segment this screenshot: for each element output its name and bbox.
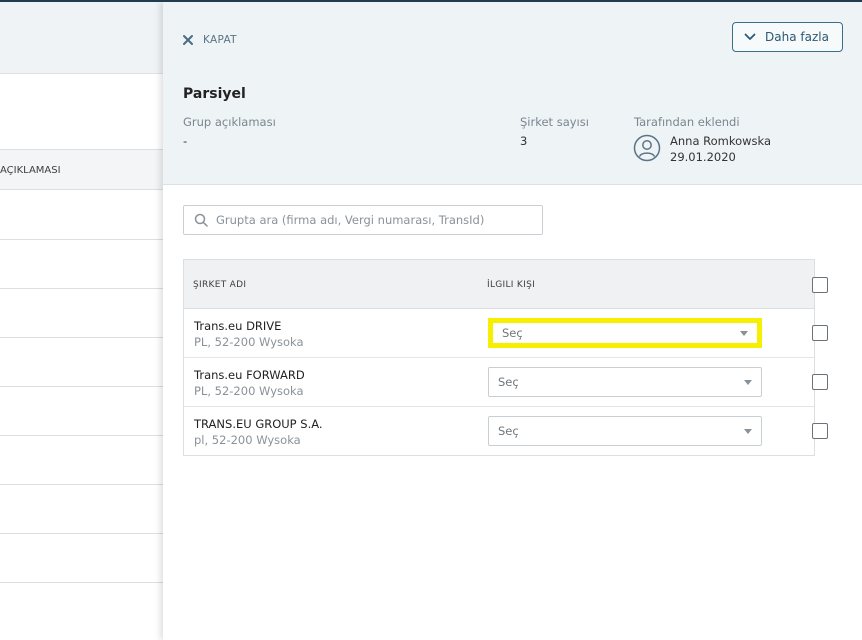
page: AÇIKLAMASI KAPAT Daha fazla Parsiyel Gru… <box>0 0 862 640</box>
group-title: Parsiyel <box>183 86 246 102</box>
table-row: Trans.eu DRIVE PL, 52-200 Wysoka Seç <box>184 309 828 358</box>
chevron-down-icon <box>744 33 756 40</box>
company-address: PL, 52-200 Wysoka <box>194 384 304 398</box>
panel-header: KAPAT Daha fazla Parsiyel Grup açıklamas… <box>163 2 862 185</box>
table-header: ŞIRKET ADI İLGILI KIŞI <box>184 260 828 309</box>
contact-select-highlight: Seç <box>488 318 762 348</box>
close-icon <box>183 35 193 45</box>
company-address: pl, 52-200 Wysoka <box>194 433 301 447</box>
company-count-label: Şirket sayısı <box>520 115 589 129</box>
company-name: TRANS.EU GROUP S.A. <box>194 417 323 431</box>
contact-select-value: Seç <box>502 326 523 340</box>
group-search <box>183 205 543 235</box>
added-by-label: Tarafından eklendi <box>634 115 740 129</box>
contact-select[interactable]: Seç <box>488 416 762 446</box>
close-label: KAPAT <box>203 34 237 46</box>
table-row: Trans.eu FORWARD PL, 52-200 Wysoka Seç <box>184 358 828 407</box>
column-header-contact-person: İLGILI KIŞI <box>487 280 536 290</box>
contact-select[interactable]: Seç <box>488 367 762 397</box>
company-name: Trans.eu DRIVE <box>194 319 282 333</box>
companies-table: ŞIRKET ADI İLGILI KIŞI Trans.eu DRIVE PL… <box>183 259 828 456</box>
row-checkbox[interactable] <box>812 423 828 439</box>
row-checkbox[interactable] <box>812 325 828 341</box>
contact-select-wrapper: Seç <box>488 416 762 446</box>
contact-select-value: Seç <box>498 424 519 438</box>
contact-select-wrapper: Seç <box>488 367 762 397</box>
search-icon <box>194 213 208 227</box>
search-input[interactable] <box>216 213 536 227</box>
user-circle-icon <box>633 134 661 162</box>
table-row: TRANS.EU GROUP S.A. pl, 52-200 Wysoka Se… <box>184 407 828 456</box>
row-checkbox[interactable] <box>812 374 828 390</box>
group-details-panel: KAPAT Daha fazla Parsiyel Grup açıklamas… <box>163 2 862 640</box>
caret-down-icon <box>744 380 752 385</box>
contact-select-value: Seç <box>498 375 519 389</box>
caret-down-icon <box>744 429 752 434</box>
added-by-name: Anna Romkowska <box>670 134 772 148</box>
caret-down-icon <box>740 331 748 336</box>
select-all-checkbox[interactable] <box>812 277 828 293</box>
more-button[interactable]: Daha fazla <box>732 22 843 52</box>
column-header-company-name: ŞIRKET ADI <box>193 280 247 290</box>
company-count-value: 3 <box>520 134 528 148</box>
added-by-date: 29.01.2020 <box>670 150 736 164</box>
company-name: Trans.eu FORWARD <box>194 368 305 382</box>
close-button[interactable]: KAPAT <box>182 34 237 46</box>
group-description-label: Grup açıklaması <box>183 115 276 129</box>
background-column-label: AÇIKLAMASI <box>0 165 61 176</box>
company-address: PL, 52-200 Wysoka <box>194 335 304 349</box>
group-description-value: - <box>183 134 188 148</box>
more-button-label: Daha fazla <box>765 30 829 44</box>
contact-select[interactable]: Seç <box>493 323 757 343</box>
top-accent-line <box>0 0 862 2</box>
